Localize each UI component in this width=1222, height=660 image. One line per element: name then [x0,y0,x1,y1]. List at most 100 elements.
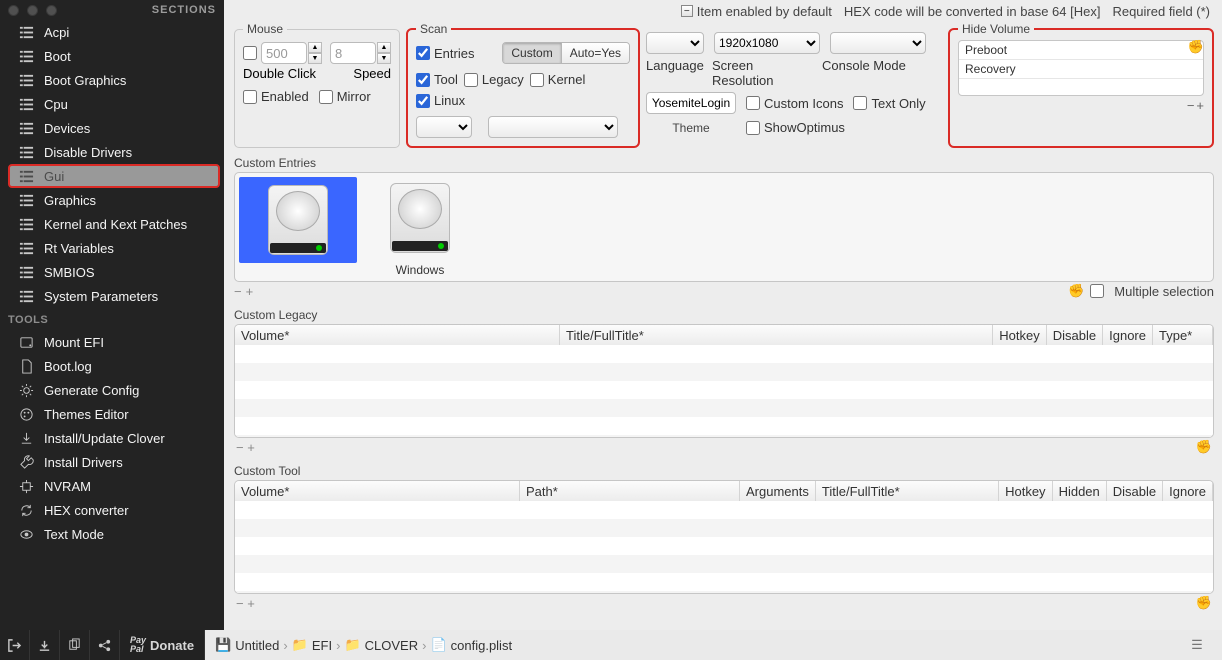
col-header[interactable]: Ignore [1103,325,1153,345]
col-header[interactable]: Hotkey [993,325,1046,345]
custom-entry-item[interactable]: Windows [361,177,479,277]
linux-checkbox[interactable]: Linux [416,93,465,108]
sidebar-item-boot[interactable]: Boot [0,44,224,68]
sidebar-item-cpu[interactable]: Cpu [0,92,224,116]
sidebar-item-system-params[interactable]: System Parameters [0,284,224,308]
segment-auto[interactable]: Auto=Yes [561,43,629,63]
show-optimus-checkbox[interactable]: ShowOptimus [746,120,845,135]
export-button[interactable] [30,630,60,660]
traffic-close[interactable] [8,5,19,16]
breadcrumb-item[interactable]: EFI [312,638,332,653]
kernel-checkbox[interactable]: Kernel [530,72,586,87]
custom-entry-item[interactable] [239,177,357,277]
donate-button[interactable]: PayPalDonate [120,630,205,660]
stepper-down-icon[interactable]: ▼ [308,53,322,64]
grab-icon[interactable]: ✊ [1196,595,1212,611]
speed-input[interactable] [330,42,376,64]
text-only-checkbox[interactable]: Text Only [853,96,925,111]
table-body[interactable] [235,345,1213,437]
col-header[interactable]: Path* [520,481,740,501]
col-header[interactable]: Type* [1153,325,1213,345]
legacy-checkbox[interactable]: Legacy [464,72,524,87]
traffic-min[interactable] [27,5,38,16]
sidebar-item-devices[interactable]: Devices [0,116,224,140]
plus-button[interactable]: + [1196,98,1204,113]
sidebar-tool-hex-converter[interactable]: HEX converter [0,498,224,522]
minus-button[interactable]: − [234,284,246,299]
sidebar-item-label: NVRAM [44,479,91,494]
sidebar-item-gui[interactable]: Gui [8,164,220,188]
col-header[interactable]: Arguments [740,481,816,501]
sidebar-item-kernel-kext[interactable]: Kernel and Kext Patches [0,212,224,236]
scan-mode-segment[interactable]: Custom Auto=Yes [502,42,630,64]
sidebar-item-smbios[interactable]: SMBIOS [0,260,224,284]
sidebar-item-graphics[interactable]: Graphics [0,188,224,212]
col-header[interactable]: Title/FullTitle* [560,325,993,345]
sidebar-tool-mount-efi[interactable]: Mount EFI [0,330,224,354]
scan-select-1[interactable] [416,116,472,138]
breadcrumb-item[interactable]: Untitled [235,638,279,653]
stepper-up-icon[interactable]: ▲ [308,42,322,53]
sidebar-tool-text-mode[interactable]: Text Mode [0,522,224,546]
sidebar-tool-install-drivers[interactable]: Install Drivers [0,450,224,474]
col-header[interactable]: Disable [1107,481,1163,501]
col-header[interactable]: Volume* [235,325,560,345]
segment-custom[interactable]: Custom [503,43,560,63]
theme-input[interactable] [646,92,736,114]
hide-volume-list[interactable]: Preboot Recovery [958,40,1204,96]
list-icon [18,25,34,40]
sidebar-tool-install-clover[interactable]: Install/Update Clover [0,426,224,450]
sidebar-item-rt-variables[interactable]: Rt Variables [0,236,224,260]
scan-select-2[interactable] [488,116,618,138]
minus-button[interactable]: − [236,596,244,611]
sidebar-tool-generate-config[interactable]: Generate Config [0,378,224,402]
breadcrumb-item[interactable]: CLOVER [365,638,418,653]
language-select[interactable] [646,32,704,54]
speed-stepper[interactable]: ▲▼ [330,42,391,64]
multiple-selection-checkbox[interactable] [1090,284,1104,298]
menu-icon[interactable]: ☰ [1182,637,1212,653]
col-header[interactable]: Disable [1047,325,1103,345]
table-body[interactable] [235,501,1213,593]
breadcrumb-item[interactable]: config.plist [451,638,512,653]
document-icon [18,359,34,374]
col-header[interactable]: Hidden [1053,481,1107,501]
plus-button[interactable]: + [246,284,258,299]
traffic-max[interactable] [46,5,57,16]
stepper-up-icon[interactable]: ▲ [377,42,391,53]
double-click-input[interactable] [261,42,307,64]
tool-checkbox[interactable]: Tool [416,72,458,87]
plus-button[interactable]: + [247,440,255,455]
col-header[interactable]: Ignore [1163,481,1213,501]
double-click-checkbox[interactable] [243,46,257,60]
share-button[interactable] [90,630,120,660]
sidebar-item-boot-graphics[interactable]: Boot Graphics [0,68,224,92]
copy-button[interactable] [60,630,90,660]
minus-button[interactable]: − [236,440,244,455]
grab-icon[interactable]: ✊ [1188,39,1204,55]
col-header[interactable]: Hotkey [999,481,1052,501]
console-mode-select[interactable] [830,32,926,54]
col-header[interactable]: Volume* [235,481,520,501]
custom-icons-checkbox[interactable]: Custom Icons [746,96,843,111]
sidebar-item-disable-drivers[interactable]: Disable Drivers [0,140,224,164]
sidebar-tool-bootlog[interactable]: Boot.log [0,354,224,378]
double-click-stepper[interactable]: ▲▼ [243,42,322,64]
stepper-down-icon[interactable]: ▼ [377,53,391,64]
list-item[interactable]: Recovery [959,60,1203,79]
grab-icon[interactable]: ✊ [1068,283,1084,299]
minus-button[interactable]: − [1187,98,1195,113]
sidebar-tool-nvram[interactable]: NVRAM [0,474,224,498]
enabled-checkbox[interactable]: Enabled [243,89,309,104]
list-item[interactable]: Preboot [959,41,1203,60]
exit-button[interactable] [0,630,30,660]
screen-resolution-select[interactable]: 1920x1080 [714,32,820,54]
sidebar-tool-themes-editor[interactable]: Themes Editor [0,402,224,426]
entries-checkbox[interactable]: Entries [416,46,474,61]
grab-icon[interactable]: ✊ [1196,439,1212,455]
mirror-checkbox[interactable]: Mirror [319,89,371,104]
col-header[interactable]: Title/FullTitle* [816,481,999,501]
plus-button[interactable]: + [247,596,255,611]
sidebar-item-acpi[interactable]: Acpi [0,20,224,44]
sidebar-item-label: Install Drivers [44,455,123,470]
